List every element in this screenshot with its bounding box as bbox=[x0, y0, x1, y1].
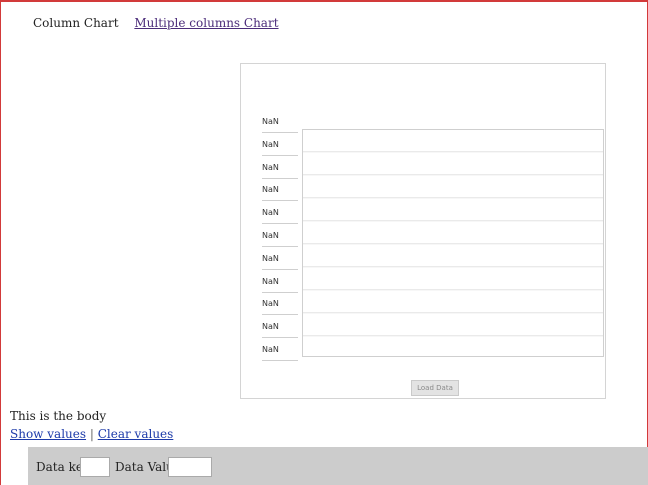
y-tick-label: NaN bbox=[262, 162, 298, 179]
y-tick-text: NaN bbox=[262, 299, 279, 309]
y-tick-rule bbox=[262, 223, 298, 225]
y-tick-label: NaN bbox=[262, 253, 298, 270]
plot-area bbox=[302, 129, 604, 357]
tab-column-chart: Column Chart bbox=[33, 16, 119, 30]
y-tick-rule bbox=[262, 291, 298, 293]
body-text: This is the body bbox=[10, 409, 107, 423]
data-key-input[interactable] bbox=[80, 457, 110, 477]
y-tick-rule bbox=[262, 132, 298, 133]
y-tick-label: NaN bbox=[262, 231, 298, 247]
y-tick-rule bbox=[262, 337, 298, 339]
y-tick-text: NaN bbox=[262, 185, 279, 195]
y-tick-rule bbox=[262, 268, 298, 270]
y-tick-label: NaN bbox=[262, 299, 298, 316]
y-tick-rule bbox=[262, 314, 298, 316]
y-tick-rule bbox=[262, 154, 298, 156]
y-tick-text: NaN bbox=[262, 117, 279, 126]
y-tick-label: NaN bbox=[262, 322, 298, 339]
y-tick-text: NaN bbox=[262, 276, 279, 286]
y-tick-label: NaN bbox=[262, 208, 298, 225]
y-tick-text: NaN bbox=[262, 322, 279, 332]
y-tick-text: NaN bbox=[262, 139, 279, 149]
link-separator: | bbox=[89, 427, 94, 441]
y-tick-label: NaN bbox=[262, 117, 298, 133]
y-tick-text: NaN bbox=[262, 345, 279, 354]
y-tick-rule bbox=[262, 200, 298, 202]
tab-multiple-columns-chart[interactable]: Multiple columns Chart bbox=[134, 16, 278, 30]
show-values-link[interactable]: Show values bbox=[10, 427, 86, 441]
chart-type-nav: Column Chart Multiple columns Chart bbox=[33, 16, 279, 30]
y-tick-label: NaN bbox=[262, 345, 298, 361]
y-tick-text: NaN bbox=[262, 208, 279, 218]
y-tick-text: NaN bbox=[262, 253, 279, 263]
y-tick-rule bbox=[262, 177, 298, 179]
y-tick-label: NaN bbox=[262, 139, 298, 156]
data-entry-form: Data key Data Value bbox=[28, 447, 648, 485]
y-tick-label: NaN bbox=[262, 185, 298, 202]
value-links: Show values | Clear values bbox=[10, 427, 173, 441]
y-tick-text: NaN bbox=[262, 162, 279, 172]
y-tick-label: NaN bbox=[262, 276, 298, 293]
load-data-button[interactable]: Load Data bbox=[411, 380, 459, 396]
data-value-input[interactable] bbox=[168, 457, 212, 477]
clear-values-link[interactable]: Clear values bbox=[98, 427, 174, 441]
y-tick-rule bbox=[262, 246, 298, 247]
y-tick-rule bbox=[262, 360, 298, 361]
y-tick-text: NaN bbox=[262, 231, 279, 240]
